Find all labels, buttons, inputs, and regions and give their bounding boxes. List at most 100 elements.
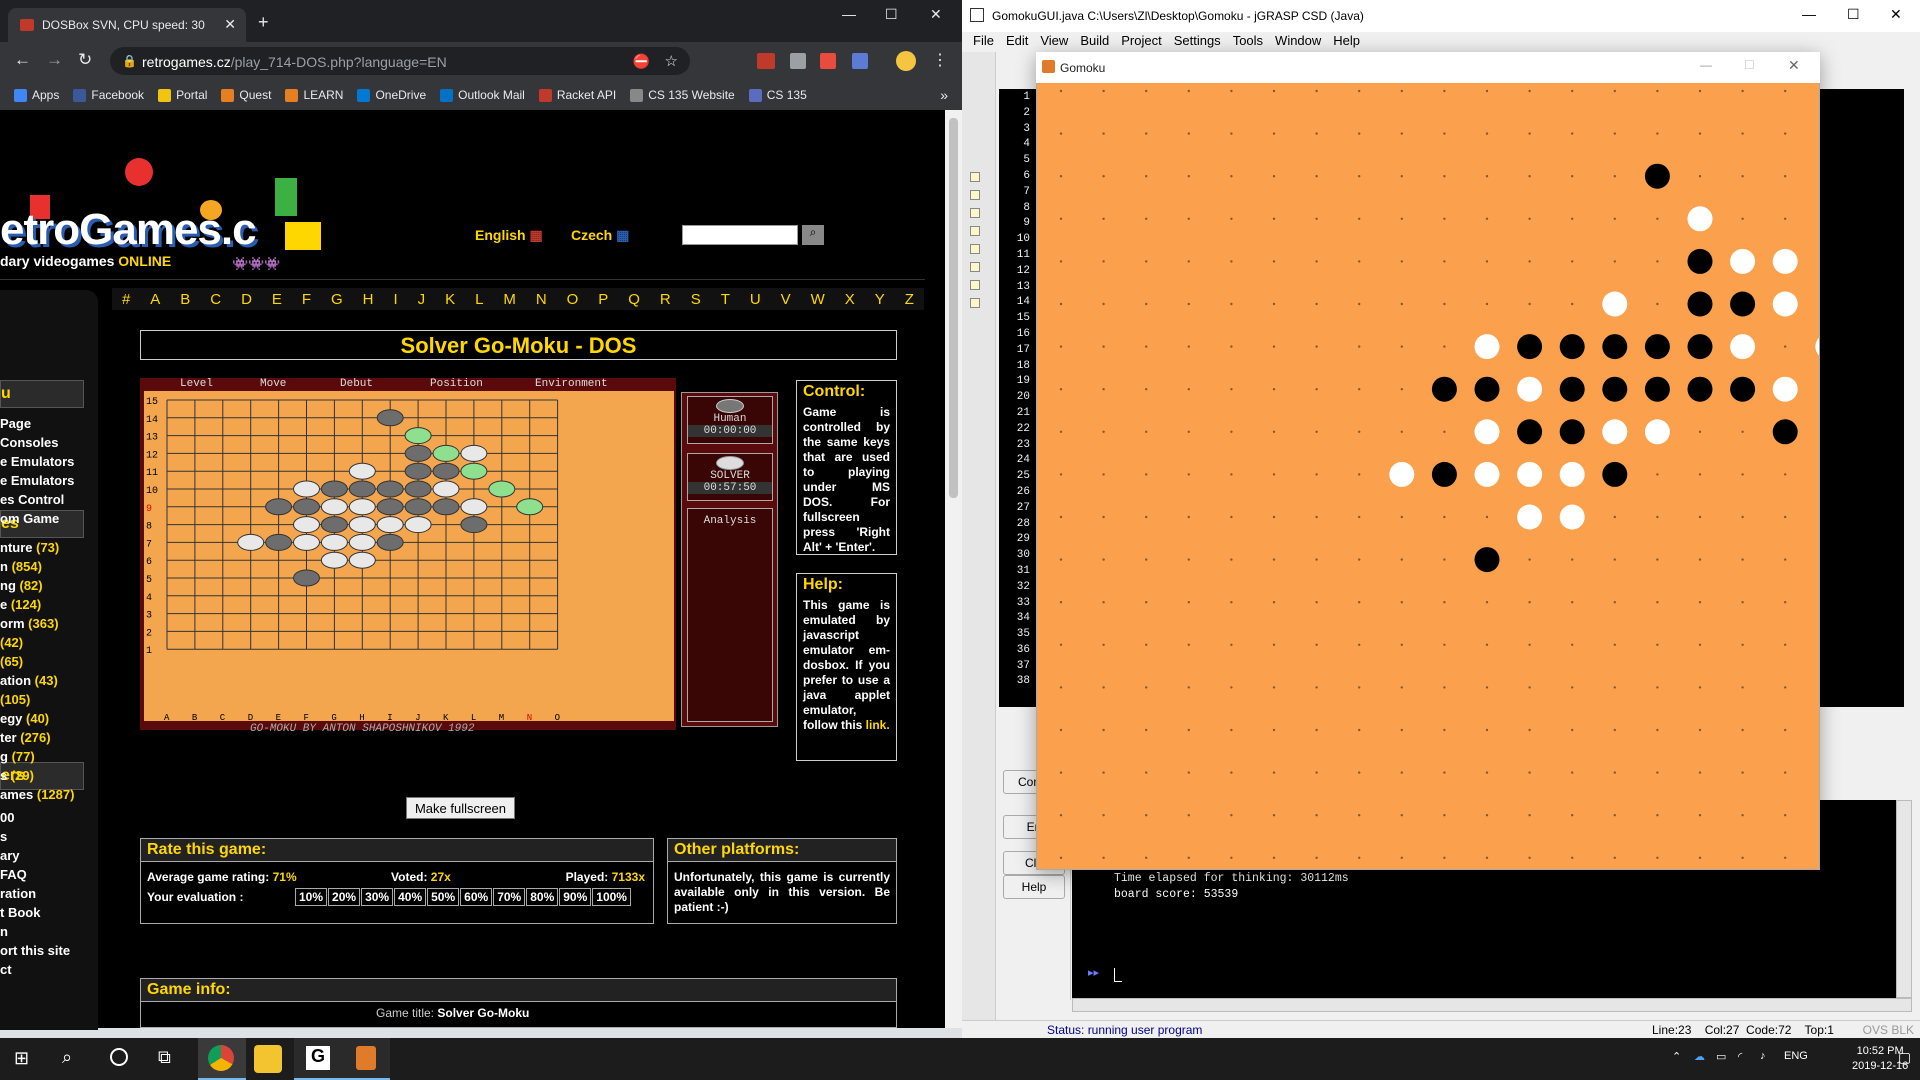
alphabet-link[interactable]: I xyxy=(393,291,397,308)
menu-item[interactable]: File xyxy=(967,32,1000,52)
sidebar-genre-link[interactable]: n (854) xyxy=(0,559,42,574)
alphabet-link[interactable]: U xyxy=(750,291,761,308)
cortana-icon[interactable] xyxy=(110,1048,128,1066)
rating-option[interactable]: 40% xyxy=(394,888,427,906)
toolbar-icon[interactable] xyxy=(970,172,980,182)
alphabet-link[interactable]: S xyxy=(691,291,701,308)
search-icon[interactable]: ⌕ xyxy=(62,1047,72,1068)
toolbar-icon[interactable] xyxy=(970,190,980,200)
language-indicator[interactable]: ENG xyxy=(1784,1050,1808,1062)
site-search-button[interactable]: ⌕ xyxy=(802,225,824,245)
sidebar-genre-link[interactable]: e (124) xyxy=(0,597,41,612)
sidebar-genre-link[interactable]: nture (73) xyxy=(0,540,59,555)
sidebar-menu-link[interactable]: e Emulators xyxy=(0,454,74,469)
alphabet-link[interactable]: W xyxy=(811,291,825,308)
bookmark-item[interactable]: Racket API xyxy=(538,88,616,102)
alphabet-link[interactable]: O xyxy=(567,291,579,308)
dos-menu-item[interactable]: Move xyxy=(260,378,286,390)
sidebar-link[interactable]: ort this site xyxy=(0,943,70,958)
minimize-icon[interactable]: — xyxy=(1802,6,1816,22)
new-tab-icon[interactable]: + xyxy=(258,12,269,33)
sidebar-genre-link[interactable]: orm (363) xyxy=(0,616,59,631)
alphabet-link[interactable]: C xyxy=(210,291,221,308)
alphabet-link[interactable]: L xyxy=(475,291,483,308)
bookmark-item[interactable]: CS 135 xyxy=(748,88,807,102)
menu-item[interactable]: Build xyxy=(1074,32,1115,52)
rating-option[interactable]: 50% xyxy=(427,888,460,906)
rating-option[interactable]: 90% xyxy=(559,888,592,906)
show-hidden-icon[interactable]: ⌃ xyxy=(1672,1050,1681,1063)
windows-start-icon[interactable]: ⊞ xyxy=(14,1048,29,1069)
alphabet-link[interactable]: N xyxy=(536,291,547,308)
alphabet-link[interactable]: P xyxy=(598,291,608,308)
sidebar-genre-link[interactable]: (42) xyxy=(0,635,23,650)
dos-menu-item[interactable]: Position xyxy=(430,378,483,390)
bookmark-item[interactable]: LEARN xyxy=(285,88,343,102)
extension-icon[interactable] xyxy=(852,53,868,69)
rating-option[interactable]: 60% xyxy=(460,888,493,906)
rating-option[interactable]: 100% xyxy=(592,888,631,906)
browser-tab[interactable]: DOSBox SVN, CPU speed: 30 ✕ xyxy=(8,8,246,42)
alphabet-link[interactable]: T xyxy=(721,291,730,308)
toolbar-icon[interactable] xyxy=(970,208,980,218)
volume-icon[interactable]: ♪ xyxy=(1760,1050,1766,1062)
sidebar-genre-link[interactable]: g (77) xyxy=(0,749,35,764)
sidebar-genre-link[interactable]: s (29) xyxy=(0,768,34,783)
alphabet-link[interactable]: M xyxy=(503,291,516,308)
onedrive-icon[interactable]: ☁ xyxy=(1694,1050,1705,1063)
language-english-link[interactable]: English ▦ xyxy=(475,227,543,244)
java-taskbar-button[interactable] xyxy=(342,1038,390,1080)
bookmark-item[interactable]: Outlook Mail xyxy=(440,88,525,102)
bookmark-item[interactable]: OneDrive xyxy=(357,88,426,102)
alphabet-link[interactable]: D xyxy=(241,291,252,308)
alphabet-link[interactable]: Y xyxy=(875,291,885,308)
bookmark-item[interactable]: Facebook xyxy=(73,88,144,102)
alphabet-link[interactable]: H xyxy=(363,291,374,308)
sidebar-menu-link[interactable]: om Game xyxy=(0,511,59,526)
toolbar-icon[interactable] xyxy=(970,244,980,254)
sidebar-genre-link[interactable]: ng (82) xyxy=(0,578,43,593)
file-explorer-icon[interactable] xyxy=(254,1045,282,1073)
alphabet-link[interactable]: K xyxy=(445,291,455,308)
alphabet-link[interactable]: G xyxy=(331,291,343,308)
alphabet-link[interactable]: # xyxy=(122,291,130,308)
task-view-icon[interactable]: ⧉ xyxy=(158,1047,171,1068)
alphabet-link[interactable]: R xyxy=(660,291,671,308)
page-scrollbar[interactable] xyxy=(945,110,962,1028)
sidebar-genre-link[interactable]: (65) xyxy=(0,654,23,669)
rating-option[interactable]: 10% xyxy=(295,888,328,906)
rating-option[interactable]: 30% xyxy=(361,888,394,906)
notifications-icon[interactable]: ▢ xyxy=(1898,1049,1911,1066)
output-vertical-scrollbar[interactable] xyxy=(1896,800,1912,998)
scrollbar-thumb[interactable] xyxy=(949,118,958,498)
maximize-icon[interactable]: ☐ xyxy=(1744,58,1755,72)
sidebar-menu-link[interactable]: Page xyxy=(0,416,31,431)
sidebar-link[interactable]: 00 xyxy=(0,810,14,825)
close-window-icon[interactable]: ✕ xyxy=(930,6,942,23)
sidebar-menu-link[interactable]: e Emulators xyxy=(0,473,74,488)
dos-menu-item[interactable]: Debut xyxy=(340,378,373,390)
close-window-icon[interactable]: ✕ xyxy=(1788,57,1800,74)
maximize-icon[interactable]: ☐ xyxy=(885,6,898,23)
menu-item[interactable]: Window xyxy=(1269,32,1327,52)
menu-item[interactable]: View xyxy=(1034,32,1074,52)
minimize-icon[interactable]: — xyxy=(1700,58,1712,72)
more-bookmarks-icon[interactable]: » xyxy=(940,87,948,103)
menu-item[interactable]: Tools xyxy=(1227,32,1269,52)
dos-board[interactable]: 151413121110987654321A B C D E F G H I J K L M N O xyxy=(144,391,674,725)
site-logo[interactable]: etroGames.c xyxy=(0,205,257,255)
toolbar-icon[interactable] xyxy=(970,226,980,236)
address-bar[interactable]: 🔒 retrogames.cz/play_714-DOS.php?languag… xyxy=(110,47,690,75)
extension-icon[interactable] xyxy=(757,53,775,69)
alphabet-link[interactable]: J xyxy=(418,291,426,308)
rating-option[interactable]: 80% xyxy=(526,888,559,906)
gomoku-board[interactable] xyxy=(1037,83,1819,869)
sidebar-genre-link[interactable]: ation (43) xyxy=(0,673,58,688)
maximize-icon[interactable]: ☐ xyxy=(1847,6,1860,23)
rating-option[interactable]: 20% xyxy=(328,888,361,906)
extension-icon[interactable] xyxy=(790,53,806,69)
sidebar-genre-link[interactable]: egy (40) xyxy=(0,711,49,726)
bookmark-item[interactable]: Apps xyxy=(14,88,59,102)
back-icon[interactable]: ← xyxy=(14,50,31,70)
rating-option[interactable]: 70% xyxy=(493,888,526,906)
